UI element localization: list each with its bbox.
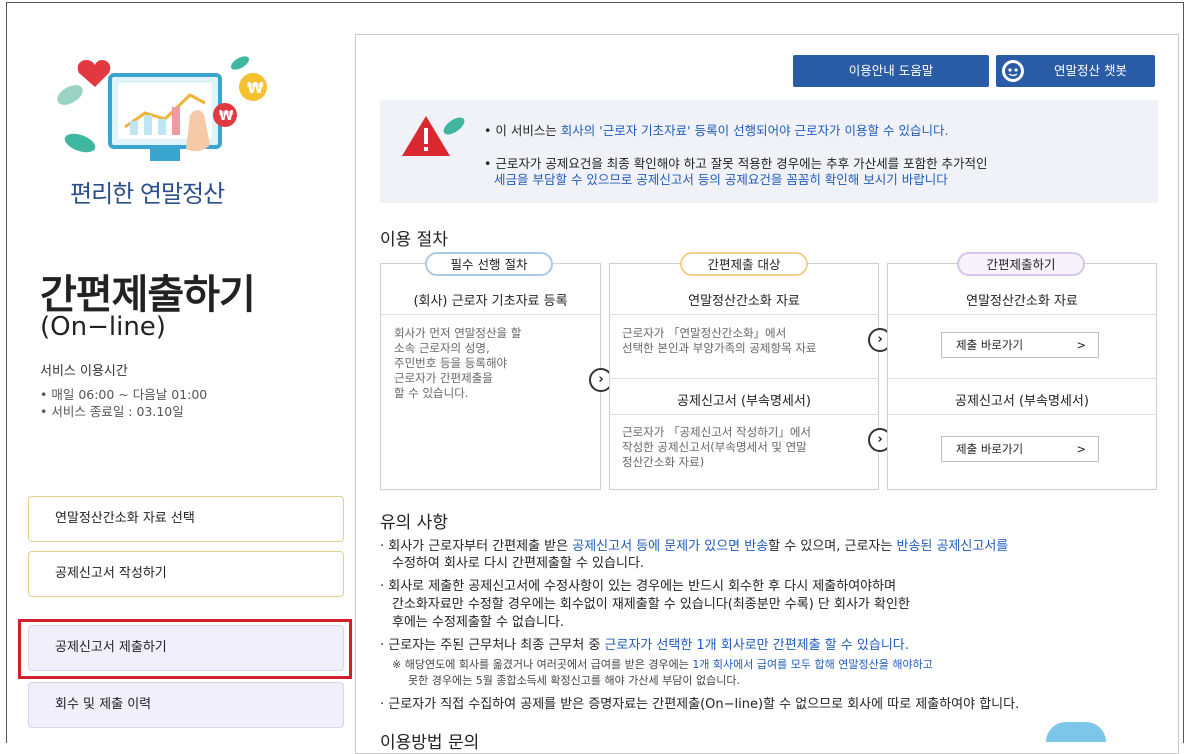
caution-item-4: · 근로자가 직접 수집하여 공제를 받은 증명자료는 간편제출(On−line… <box>380 697 1020 712</box>
hero-title: 편리한 연말정산 <box>70 180 225 208</box>
caution-item-2: · 회사로 제출한 공제신고서에 수정사항이 있는 경우에는 반드시 회수한 후… <box>380 579 897 594</box>
submit-deduction-link-button[interactable]: 제출 바로가기 > <box>941 436 1099 462</box>
caution-item-3-note1: ※ 해당연도에 회사를 옮겼거나 여러곳에서 급여를 받은 경우에는 1개 회사… <box>392 658 933 671</box>
pill-target: 간편제출 대상 <box>680 252 808 276</box>
menu-simplified-data-select[interactable]: 연말정산간소화 자료 선택 <box>28 496 344 542</box>
chatbot-button[interactable]: 연말정산 챗봇 <box>996 55 1155 87</box>
svg-text:₩: ₩ <box>247 79 264 97</box>
menu-write-deduction-form[interactable]: 공제신고서 작성하기 <box>28 551 344 597</box>
menu-withdraw-submit-history[interactable]: 회수 및 제출 이력 <box>28 682 344 728</box>
submit-simplified-link-button[interactable]: 제출 바로가기 > <box>941 332 1099 358</box>
col3-divider-3 <box>888 414 1156 415</box>
chatbot-label: 연말정산 챗봇 <box>1054 63 1127 78</box>
col2-divider-3 <box>610 414 878 415</box>
chatbot-icon <box>1002 60 1024 82</box>
caution-title: 유의 사항 <box>380 513 448 533</box>
col3-head-deduction: 공제신고서 (부속명세서) <box>955 394 1089 409</box>
col1-body: 회사가 먼저 연말정산을 할 소속 근로자의 성명, 주민번호 등을 등록해야 … <box>394 326 522 400</box>
notice-line-3: 세금을 부담할 수 있으므로 공제신고서 등의 공제요건을 꼼꼼히 확인해 보시… <box>494 172 948 187</box>
chatbot-mascot-icon <box>1046 722 1106 742</box>
service-end-line: • 서비스 종료일 : 03.10일 <box>40 404 184 419</box>
svg-text:₩: ₩ <box>219 109 234 124</box>
chevron-right-icon: > <box>1076 338 1086 352</box>
caution-item-1-cont: 수정하여 회사로 다시 간편제출할 수 있습니다. <box>392 556 645 571</box>
caution-item-3-note2: 못한 경우에는 5월 종합소득세 확정신고를 해야 가산세 부담이 없습니다. <box>408 674 740 687</box>
service-hours-label: 서비스 이용시간 <box>40 364 128 379</box>
col2-head-simplified: 연말정산간소화 자료 <box>688 294 800 309</box>
col2-body-deduction: 근로자가 「공제신고서 작성하기」에서 작성한 공제신고서(부속명세서 및 연말… <box>622 425 812 469</box>
warning-icon <box>400 112 470 166</box>
caution-item-2-cont2: 후에는 수정제출할 수 없습니다. <box>392 615 565 630</box>
col3-divider-2 <box>888 378 1156 379</box>
chevron-right-icon: > <box>1076 442 1086 456</box>
caution-item-3: · 근로자는 주된 근무처나 최종 근무처 중 근로자가 선택한 1개 회사로만… <box>380 638 909 653</box>
col2-body-simplified: 근로자가 「연말정산간소화」에서 선택한 본인과 부양가족의 공제항목 자료 <box>622 326 817 355</box>
caution-item-2-cont1: 간소화자료만 수정할 경우에는 회수없이 재제출할 수 있습니다(최종분만 수록… <box>392 597 910 612</box>
col2-head-deduction: 공제신고서 (부속명세서) <box>677 394 811 409</box>
active-menu-highlight <box>18 619 352 679</box>
col2-divider-2 <box>610 378 878 379</box>
notice-box: • 이 서비스는 회사의 '근로자 기초자료' 등록이 선행되어야 근로자가 이… <box>380 100 1158 203</box>
inquiry-title: 이용방법 문의 <box>380 733 480 753</box>
pill-submit: 간편제출하기 <box>957 252 1085 276</box>
col1-divider <box>381 314 600 315</box>
procedure-title: 이용 절차 <box>380 230 448 250</box>
col1-head: (회사) 근로자 기초자료 등록 <box>413 294 568 309</box>
help-button[interactable]: 이용안내 도움말 <box>793 55 989 87</box>
col2-divider-1 <box>610 314 878 315</box>
page-subtitle: (On−line) <box>40 312 166 342</box>
notice-line-1: • 이 서비스는 회사의 '근로자 기초자료' 등록이 선행되어야 근로자가 이… <box>484 123 949 138</box>
pill-prerequisite: 필수 선행 절차 <box>425 252 553 276</box>
col3-divider-1 <box>888 314 1156 315</box>
col3-head-simplified: 연말정산간소화 자료 <box>966 294 1078 309</box>
